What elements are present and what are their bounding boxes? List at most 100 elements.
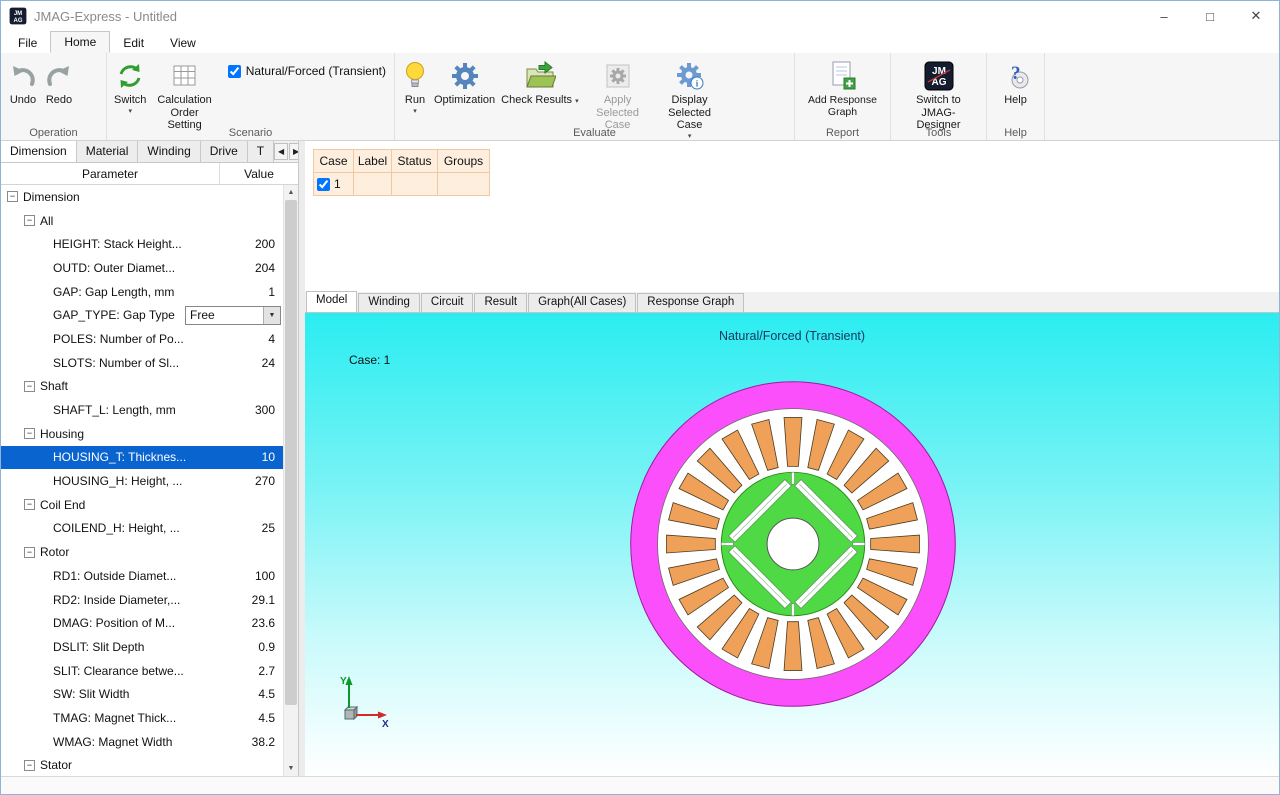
tree-row-slit[interactable]: SLIT: Clearance betwe...2.7 — [1, 659, 283, 683]
case-checkbox[interactable] — [317, 178, 330, 191]
tree-value[interactable]: 4 — [221, 332, 283, 346]
check-results-button[interactable]: Check Results▾ — [498, 56, 581, 109]
tree-node-stator[interactable]: −Stator — [1, 754, 283, 777]
tree-scrollbar[interactable]: ▲ ▼ — [283, 185, 298, 776]
run-button[interactable]: Run ▾ — [399, 56, 431, 117]
optimization-button[interactable]: Optimization — [431, 56, 498, 109]
collapse-icon[interactable]: − — [24, 381, 35, 392]
model-viewport[interactable]: Natural/Forced (Transient) Case: 1 — [305, 313, 1279, 776]
collapse-icon[interactable]: − — [24, 215, 35, 226]
parameter-tree: −Dimension−AllHEIGHT: Stack Height...200… — [1, 185, 283, 776]
tree-value[interactable]: 4.5 — [221, 711, 283, 725]
tree-row-rd1[interactable]: RD1: Outside Diamet...100 — [1, 564, 283, 588]
apply-selected-case-button[interactable]: Apply Selected Case — [582, 56, 654, 134]
tree-row-gap-type[interactable]: GAP_TYPE: Gap TypeFree▼ — [1, 303, 283, 327]
panel-tab-winding[interactable]: Winding — [138, 141, 200, 162]
tree-row-housing-t[interactable]: HOUSING_T: Thicknes... 10 — [1, 446, 283, 470]
tree-value[interactable]: 25 — [221, 521, 283, 535]
natural-forced-checkbox-input[interactable] — [228, 65, 241, 78]
tree-value[interactable]: 2.7 — [221, 664, 283, 678]
tab-scroll-left-icon[interactable]: ◀ — [274, 143, 288, 160]
view-tab-response-graph[interactable]: Response Graph — [637, 293, 744, 312]
collapse-icon[interactable]: − — [24, 547, 35, 558]
tree-row-dmag[interactable]: DMAG: Position of M...23.6 — [1, 611, 283, 635]
tree-node-coil-end[interactable]: −Coil End — [1, 493, 283, 517]
tree-value[interactable]: 200 — [221, 237, 283, 251]
ribbon-group-tools: JMAG Switch to JMAG-Designer Tools — [891, 53, 987, 140]
tree-value[interactable]: 23.6 — [221, 616, 283, 630]
help-button[interactable]: ? Help — [999, 56, 1033, 109]
panel-tab-t[interactable]: T — [248, 141, 274, 162]
menu-tab-file[interactable]: File — [5, 33, 50, 53]
calculation-order-setting-button[interactable]: Calculation Order Setting — [149, 56, 219, 134]
view-tab-graph-all-cases[interactable]: Graph(All Cases) — [528, 293, 636, 312]
scroll-up-icon[interactable]: ▲ — [284, 185, 298, 200]
tree-value[interactable]: 300 — [221, 403, 283, 417]
tree-value[interactable]: 4.5 — [221, 687, 283, 701]
collapse-icon[interactable]: − — [24, 499, 35, 510]
tree-value[interactable]: 100 — [221, 569, 283, 583]
panel-tab-drive[interactable]: Drive — [201, 141, 248, 162]
add-response-graph-button[interactable]: Add Response Graph — [799, 56, 886, 120]
view-tab-circuit[interactable]: Circuit — [421, 293, 474, 312]
tree-row-slots[interactable]: SLOTS: Number of Sl...24 — [1, 351, 283, 375]
tree-value[interactable]: 270 — [221, 474, 283, 488]
tree-value[interactable]: 204 — [221, 261, 283, 275]
ribbon-group-report: Add Response Graph Report — [795, 53, 891, 140]
tree-row-tmag[interactable]: TMAG: Magnet Thick...4.5 — [1, 706, 283, 730]
tree-node-dimension[interactable]: −Dimension — [1, 185, 283, 209]
tree-label: HOUSING_T: Thicknes... — [53, 450, 186, 464]
tree-value[interactable]: 1 — [221, 285, 283, 299]
tree-row-sw[interactable]: SW: Slit Width4.5 — [1, 682, 283, 706]
view-tab-model[interactable]: Model — [306, 291, 357, 312]
tree-value[interactable]: 38.2 — [221, 735, 283, 749]
view-tab-winding[interactable]: Winding — [358, 293, 420, 312]
redo-button[interactable]: Redo — [41, 56, 77, 109]
tree-value[interactable]: 10 — [221, 450, 283, 464]
maximize-icon[interactable]: □ — [1187, 1, 1233, 31]
tree-row-gap[interactable]: GAP: Gap Length, mm1 — [1, 280, 283, 304]
case-row-select[interactable]: 1 — [314, 173, 354, 196]
scrollbar-track[interactable] — [284, 200, 298, 761]
collapse-icon[interactable]: − — [24, 760, 35, 771]
tree-row-wmag[interactable]: WMAG: Magnet Width38.2 — [1, 730, 283, 754]
menu-tab-edit[interactable]: Edit — [110, 33, 157, 53]
undo-icon — [8, 58, 38, 94]
tree-row-shaft-l[interactable]: SHAFT_L: Length, mm300 — [1, 398, 283, 422]
panel-tab-material[interactable]: Material — [77, 141, 139, 162]
tree-row-housing-h[interactable]: HOUSING_H: Height, ...270 — [1, 469, 283, 493]
close-icon[interactable]: ✕ — [1233, 1, 1279, 31]
switch-to-jmag-designer-button[interactable]: JMAG Switch to JMAG-Designer — [903, 56, 975, 134]
tree-row-coilend-h[interactable]: COILEND_H: Height, ...25 — [1, 517, 283, 541]
tree-row-dslit[interactable]: DSLIT: Slit Depth0.9 — [1, 635, 283, 659]
case-col-label: Label — [354, 150, 392, 173]
scroll-down-icon[interactable]: ▼ — [284, 761, 298, 776]
menu-tab-home[interactable]: Home — [50, 31, 110, 53]
tree-node-shaft[interactable]: −Shaft — [1, 375, 283, 399]
undo-button[interactable]: Undo — [5, 56, 41, 109]
group-label-report: Report — [795, 127, 890, 139]
tree-row-poles[interactable]: POLES: Number of Po...4 — [1, 327, 283, 351]
tree-value[interactable]: 24 — [221, 356, 283, 370]
gap-type-dropdown[interactable]: Free▼ — [185, 306, 281, 325]
panel-tab-dimension[interactable]: Dimension — [1, 141, 77, 162]
tree-node-housing[interactable]: −Housing — [1, 422, 283, 446]
tree-value[interactable]: 29.1 — [221, 593, 283, 607]
title-bar[interactable]: JMAG JMAG-Express - Untitled – □ ✕ — [1, 1, 1279, 31]
tree-row-rd2[interactable]: RD2: Inside Diameter,...29.1 — [1, 588, 283, 612]
collapse-icon[interactable]: − — [24, 428, 35, 439]
tree-value[interactable]: 0.9 — [221, 640, 283, 654]
tree-node-all[interactable]: −All — [1, 209, 283, 233]
switch-button[interactable]: Switch ▾ — [111, 56, 149, 117]
chevron-down-icon[interactable]: ▼ — [263, 307, 280, 324]
natural-forced-checkbox[interactable]: Natural/Forced (Transient) — [228, 64, 386, 78]
tree-row-outd[interactable]: OUTD: Outer Diamet...204 — [1, 256, 283, 280]
tree-node-rotor[interactable]: −Rotor — [1, 540, 283, 564]
tab-scroll-right-icon[interactable]: ▶ — [289, 143, 298, 160]
view-tab-result[interactable]: Result — [474, 293, 527, 312]
collapse-icon[interactable]: − — [7, 191, 18, 202]
scrollbar-thumb[interactable] — [285, 200, 297, 705]
menu-tab-view[interactable]: View — [157, 33, 209, 53]
minimize-icon[interactable]: – — [1141, 1, 1187, 31]
tree-row-height[interactable]: HEIGHT: Stack Height...200 — [1, 232, 283, 256]
